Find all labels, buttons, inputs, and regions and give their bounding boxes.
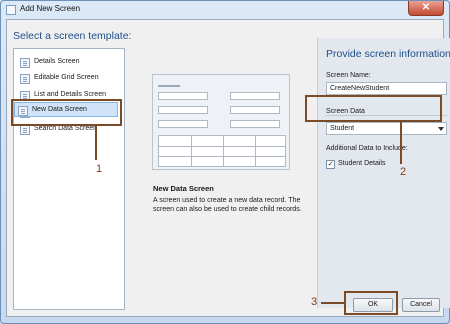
template-item-editable-grid[interactable]: Editable Grid Screen	[20, 72, 120, 86]
add-new-screen-dialog: Add New Screen ✕ Select a screen templat…	[0, 0, 450, 324]
student-details-label[interactable]: Student Details	[338, 160, 385, 167]
template-item-label: Details Screen	[34, 58, 80, 65]
annotation-box-2	[305, 95, 442, 122]
template-heading: Select a screen template:	[13, 30, 132, 42]
template-description-title: New Data Screen	[153, 184, 214, 193]
annotation-line-1	[95, 126, 97, 160]
close-button[interactable]: ✕	[408, 1, 444, 16]
additional-data-label: Additional Data to Include:	[326, 145, 408, 152]
template-item-label: Search Data Screen	[34, 125, 98, 132]
template-list: Details Screen Editable Grid Screen List…	[13, 48, 125, 310]
screen-data-value: Student	[330, 125, 355, 132]
preview-field	[158, 106, 208, 114]
template-preview-image	[152, 74, 290, 170]
template-description-text: A screen used to create a new data recor…	[153, 197, 302, 213]
annotation-number-3: 3	[311, 296, 318, 308]
preview-field	[230, 106, 280, 114]
annotation-number-1: 1	[96, 163, 103, 175]
annotation-box-3	[344, 291, 398, 315]
preview-field	[158, 120, 208, 128]
screen-template-icon	[20, 58, 30, 68]
annotation-line-3	[321, 302, 344, 304]
screen-data-dropdown[interactable]: Student	[326, 122, 447, 135]
preview-grid	[158, 135, 286, 167]
preview-field	[230, 120, 280, 128]
title-bar[interactable]: Add New Screen ✕	[1, 1, 449, 19]
screen-info-heading: Provide screen information:	[326, 48, 450, 60]
screen-info-panel: Provide screen information: Screen Name:…	[317, 38, 450, 308]
window-title: Add New Screen	[20, 4, 81, 13]
preview-field	[158, 92, 208, 100]
template-item-details[interactable]: Details Screen	[20, 56, 120, 70]
screen-template-icon	[20, 125, 30, 135]
screen-name-input[interactable]: CreateNewStudent	[326, 82, 447, 95]
screen-template-icon	[20, 74, 30, 84]
template-item-label: List and Details Screen	[34, 91, 106, 98]
preview-title-bar	[158, 85, 180, 87]
annotation-line-2	[400, 122, 402, 164]
template-item-label: Editable Grid Screen	[34, 74, 99, 81]
dialog-body: Select a screen template: Details Screen…	[6, 19, 450, 317]
cancel-button[interactable]: Cancel	[402, 298, 440, 312]
annotation-number-2: 2	[400, 166, 407, 178]
chevron-down-icon[interactable]	[438, 127, 444, 131]
student-details-checkbox[interactable]: ✓	[326, 160, 335, 169]
annotation-box-1	[11, 99, 122, 126]
preview-field	[230, 92, 280, 100]
app-icon	[6, 5, 16, 15]
screen-name-label: Screen Name:	[326, 72, 371, 79]
